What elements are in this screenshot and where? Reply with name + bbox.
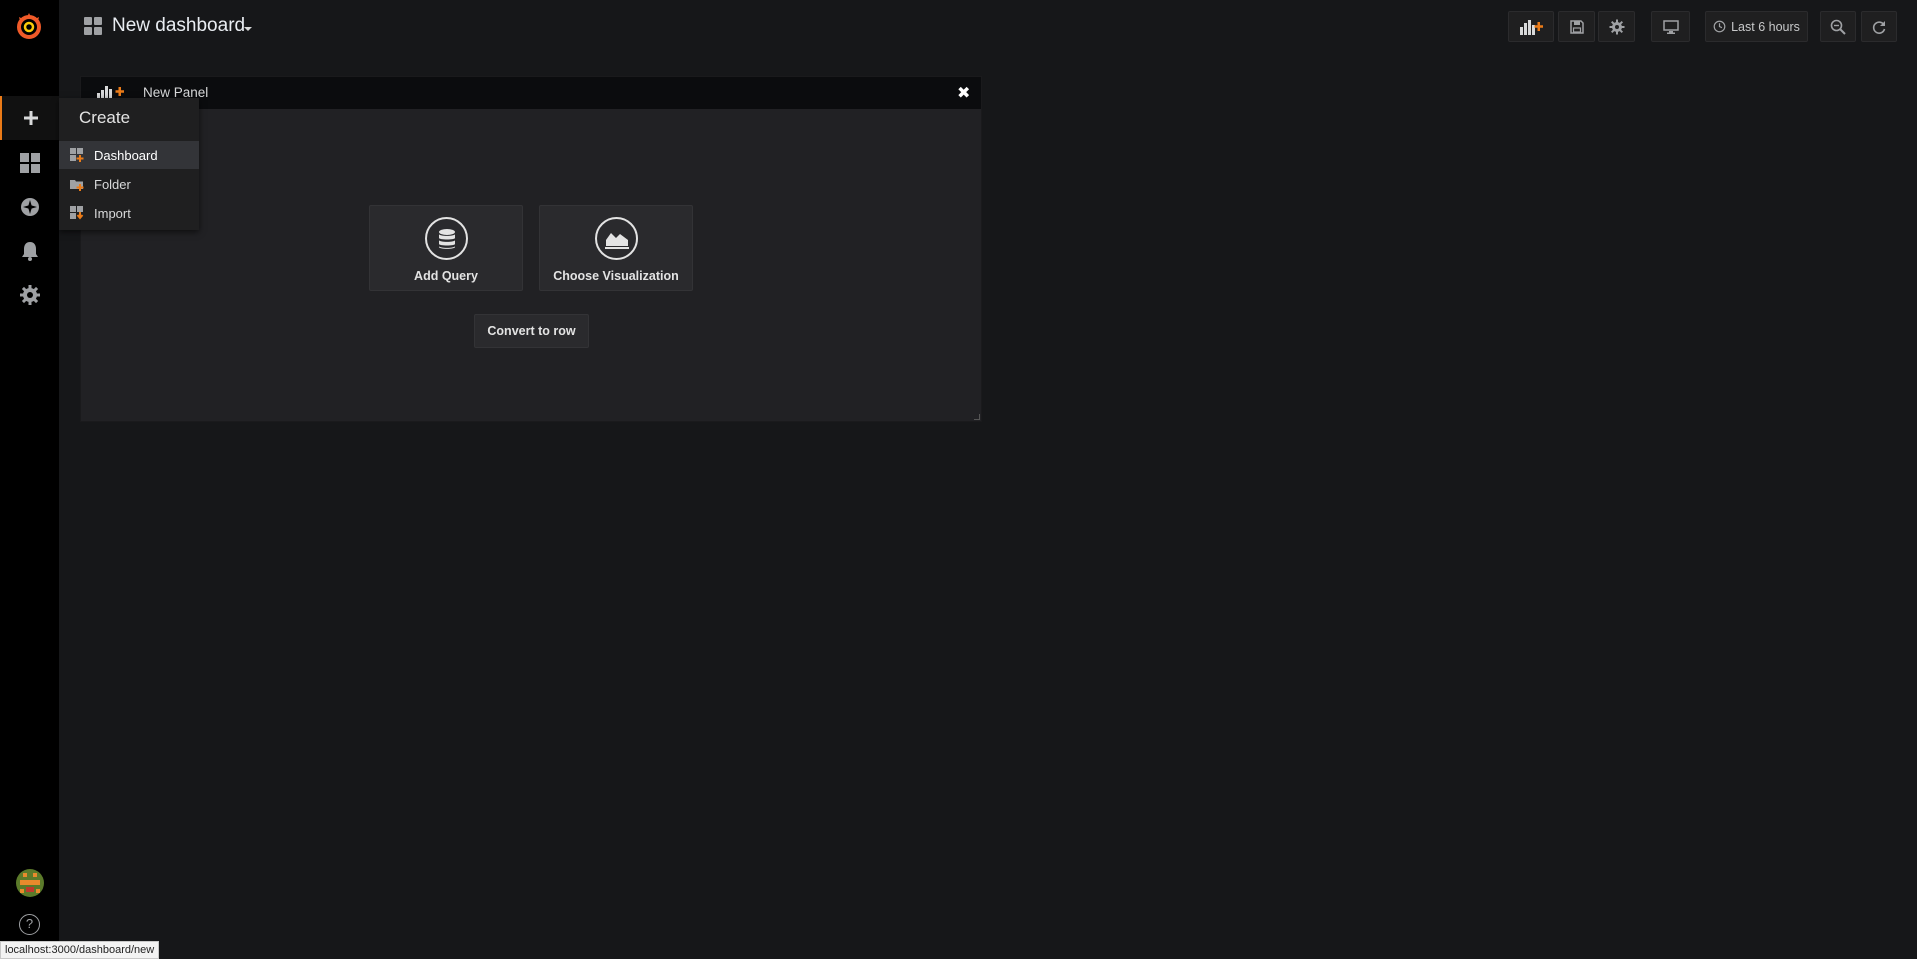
close-icon[interactable]: ✖ — [957, 83, 970, 103]
gear-icon — [1609, 19, 1624, 34]
create-menu-item-folder[interactable]: Folder — [59, 170, 199, 198]
new-panel: New Panel ✖ Add Query Choose Visualizati… — [80, 76, 982, 422]
save-icon — [1569, 19, 1584, 34]
help-icon[interactable]: ? — [19, 914, 40, 935]
chevron-down-icon[interactable] — [244, 27, 252, 31]
dashboard-grid-icon — [84, 17, 102, 35]
sidebar-item-alerting[interactable] — [0, 229, 59, 273]
dashboard-title[interactable]: New dashboard — [112, 15, 245, 37]
time-picker-button[interactable]: Last 6 hours — [1705, 11, 1808, 42]
bell-icon — [21, 242, 38, 261]
compass-icon — [20, 198, 39, 216]
add-query-button[interactable]: Add Query — [369, 205, 523, 291]
choose-visualization-button[interactable]: Choose Visualization — [539, 205, 693, 291]
dashboard-settings-button[interactable] — [1598, 11, 1635, 42]
monitor-icon — [1662, 19, 1679, 34]
create-menu-item-label: Dashboard — [94, 147, 158, 163]
sidebar-item-explore[interactable] — [0, 185, 59, 229]
avatar-image — [16, 869, 44, 897]
area-chart-icon — [595, 217, 638, 260]
folder-add-icon — [70, 180, 84, 191]
convert-to-row-button[interactable]: Convert to row — [474, 314, 589, 348]
database-icon — [425, 217, 468, 260]
create-menu-item-import[interactable]: Import — [59, 199, 199, 227]
create-menu-item-label: Folder — [94, 176, 131, 192]
clock-icon — [1713, 20, 1726, 33]
gear-icon — [19, 285, 40, 305]
apps-icon — [19, 153, 40, 173]
search-minus-icon — [1830, 19, 1846, 35]
status-url: localhost:3000/dashboard/new — [0, 941, 160, 959]
add-panel-icon — [1520, 19, 1543, 35]
panel-header[interactable]: New Panel ✖ — [81, 77, 981, 109]
create-menu-title: Create — [79, 108, 131, 127]
grafana-logo[interactable] — [14, 11, 44, 41]
choose-visualization-label: Choose Visualization — [553, 269, 679, 283]
time-range-label: Last 6 hours — [1731, 19, 1800, 34]
sidebar: ? — [0, 0, 59, 959]
add-query-label: Add Query — [414, 269, 478, 283]
sidebar-item-dashboards[interactable] — [0, 141, 59, 185]
sidebar-item-configuration[interactable] — [0, 273, 59, 317]
dashboard-add-icon — [70, 148, 84, 162]
create-menu-item-dashboard[interactable]: Dashboard — [59, 141, 199, 169]
create-menu-item-label: Import — [94, 205, 131, 221]
resize-handle[interactable] — [974, 414, 980, 420]
import-icon — [70, 206, 84, 220]
zoom-out-button[interactable] — [1820, 11, 1856, 42]
avatar[interactable] — [16, 869, 44, 897]
plus-icon — [23, 111, 38, 125]
refresh-button[interactable] — [1861, 11, 1897, 42]
save-dashboard-button[interactable] — [1558, 11, 1595, 42]
view-mode-button[interactable] — [1651, 11, 1690, 42]
sidebar-item-create[interactable] — [0, 96, 59, 140]
create-menu: Create Dashboard Folder Import — [59, 98, 199, 230]
refresh-icon — [1872, 20, 1886, 34]
add-panel-button[interactable] — [1508, 11, 1554, 42]
